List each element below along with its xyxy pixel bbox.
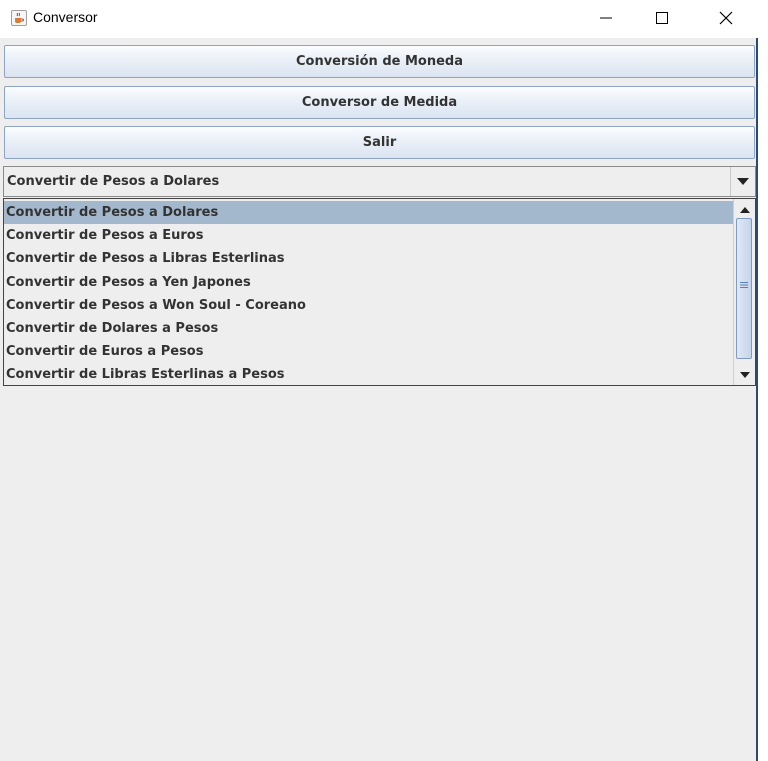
close-icon: [719, 11, 733, 25]
window-title: Conversor: [33, 9, 98, 25]
arrow-down-icon: [739, 371, 750, 378]
grip-lines-icon: [740, 282, 748, 288]
list-item-option[interactable]: Convertir de Pesos a Won Soul - Coreano: [4, 294, 733, 317]
combobox-selected-value: Convertir de Pesos a Dolares: [7, 174, 220, 189]
close-button[interactable]: [703, 0, 749, 36]
scrollbar-thumb[interactable]: [736, 218, 752, 359]
maximize-icon: [656, 12, 668, 24]
title-bar[interactable]: Conversor: [0, 0, 758, 38]
combobox-arrow-button[interactable]: [730, 167, 755, 196]
list-item-option[interactable]: Convertir de Euros a Pesos: [4, 340, 733, 363]
list-item-option[interactable]: Convertir de Dolares a Pesos: [4, 317, 733, 340]
conversion-combobox[interactable]: Convertir de Pesos a Dolares: [3, 166, 756, 197]
list-item-option[interactable]: Convertir de Pesos a Libras Esterlinas: [4, 247, 733, 270]
measure-converter-button[interactable]: Conversor de Medida: [4, 86, 755, 119]
list-item-option[interactable]: Convertir de Pesos a Euros: [4, 224, 733, 247]
list-item-option[interactable]: Convertir de Libras Esterlinas a Pesos: [4, 363, 733, 386]
minimize-button[interactable]: [583, 0, 629, 36]
java-coffee-icon: [11, 10, 27, 26]
maximize-button[interactable]: [639, 0, 685, 36]
chevron-down-icon: [737, 177, 749, 185]
list-item-option[interactable]: Convertir de Pesos a Dolares: [4, 201, 733, 225]
minimize-icon: [600, 17, 612, 19]
arrow-up-icon: [739, 206, 750, 213]
scroll-up-button[interactable]: [734, 200, 755, 218]
scroll-down-button[interactable]: [734, 366, 755, 384]
options-list: Convertir de Pesos a Dolares Convertir d…: [4, 201, 733, 387]
list-item-option[interactable]: Convertir de Pesos a Yen Japones: [4, 271, 733, 294]
vertical-scrollbar[interactable]: [733, 199, 755, 385]
currency-conversion-button[interactable]: Conversión de Moneda: [4, 45, 755, 78]
conversor-window: Conversor Conversión de Moneda Conversor…: [0, 0, 758, 761]
exit-button[interactable]: Salir: [4, 126, 755, 159]
combobox-dropdown-list: Convertir de Pesos a Dolares Convertir d…: [3, 198, 756, 386]
